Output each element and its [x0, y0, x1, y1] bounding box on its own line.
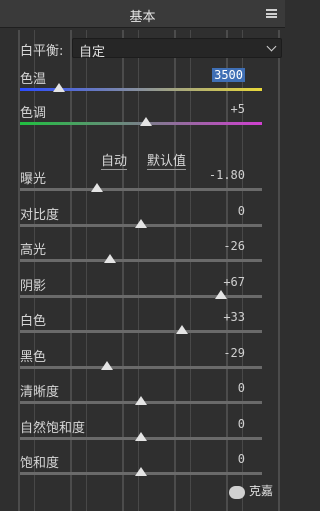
slider-thumb[interactable] [135, 431, 147, 441]
default-button[interactable]: 默认值 [147, 150, 187, 170]
slider-thumb[interactable] [214, 289, 227, 299]
slider-thumb[interactable] [135, 467, 147, 476]
temp-thumb[interactable] [52, 83, 65, 92]
slider-value[interactable]: +67 [223, 275, 245, 289]
slider-value[interactable]: 0 [238, 417, 245, 431]
temp-value[interactable]: 3500 [212, 68, 245, 82]
tint-label: 色调 [20, 106, 47, 121]
auto-default-row: 自动 默认值 [0, 150, 285, 170]
slider-row: 饱和度 0 [20, 452, 265, 482]
panel-header: 基本 [0, 0, 285, 28]
slider-row: 自然饱和度 0 [20, 417, 265, 447]
slider-thumb[interactable] [101, 360, 114, 370]
chevron-down-icon [266, 41, 277, 52]
slider-track[interactable] [20, 330, 262, 333]
slider-row: 黑色 -29 [20, 346, 265, 376]
slider-label: 清晰度 [20, 385, 60, 400]
slider-thumb[interactable] [91, 183, 104, 192]
wechat-icon [229, 486, 245, 499]
slider-value[interactable]: -1.80 [209, 168, 245, 182]
slider-label: 高光 [20, 243, 47, 258]
white-balance-row: 白平衡: 自定 [20, 38, 282, 60]
temp-slider: 色温 3500 [20, 68, 265, 98]
slider-row: 白色 +33 [20, 310, 265, 340]
slider-value[interactable]: -26 [223, 239, 245, 253]
slider-row: 阴影 +67 [20, 275, 265, 305]
white-balance-value: 自定 [79, 45, 106, 60]
white-balance-label: 白平衡: [20, 44, 64, 59]
slider-thumb[interactable] [176, 325, 189, 334]
slider-label: 饱和度 [20, 456, 60, 471]
slider-row: 高光 -26 [20, 239, 265, 269]
slider-row: 清晰度 0 [20, 381, 265, 411]
slider-track[interactable] [20, 259, 262, 262]
slider-value[interactable]: 0 [238, 381, 245, 395]
slider-value[interactable]: 0 [238, 204, 245, 218]
slider-label: 自然饱和度 [20, 420, 86, 436]
slider-value[interactable]: +33 [223, 310, 245, 324]
watermark-text: 克嘉 [248, 484, 273, 498]
auto-button[interactable]: 自动 [101, 150, 128, 170]
slider-thumb[interactable] [135, 396, 147, 405]
slider-row: 对比度 0 [20, 204, 265, 234]
slider-label: 黑色 [20, 349, 47, 365]
slider-thumb[interactable] [135, 218, 147, 228]
tint-thumb[interactable] [139, 117, 152, 126]
white-balance-select[interactable]: 自定 [72, 38, 282, 60]
tint-slider: 色调 +5 [20, 102, 265, 132]
slider-label: 白色 [20, 314, 47, 329]
slider-label: 曝光 [20, 172, 47, 187]
slider-label: 对比度 [20, 207, 60, 223]
slider-value[interactable]: -29 [223, 346, 245, 360]
panel-title: 基本 [129, 10, 156, 25]
slider-track[interactable] [20, 365, 262, 369]
temp-label: 色温 [20, 72, 47, 87]
slider-value[interactable]: 0 [238, 452, 245, 466]
slider-row: 曝光 -1.80 [20, 168, 265, 198]
slider-label: 阴影 [20, 278, 47, 294]
tint-value[interactable]: +5 [231, 102, 245, 116]
menu-icon[interactable] [266, 9, 277, 18]
slider-track[interactable] [20, 188, 262, 191]
slider-thumb[interactable] [103, 254, 116, 263]
